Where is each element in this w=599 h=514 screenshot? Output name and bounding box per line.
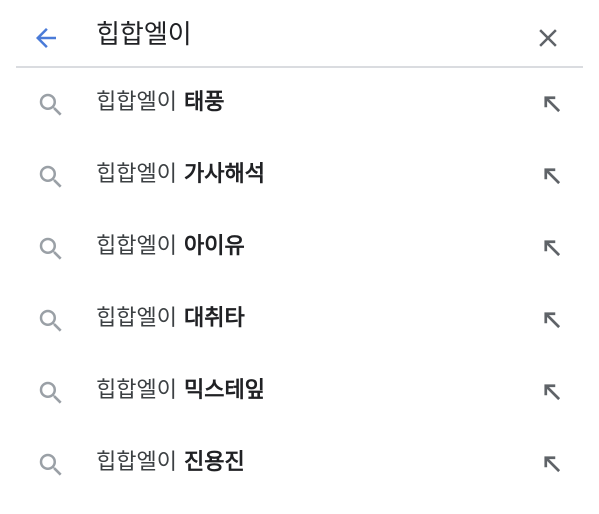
- suggestion-label: 힙합엘이 대취타: [96, 302, 245, 336]
- close-icon: [539, 29, 557, 47]
- suggestion-label: 힙합엘이 가사해석: [96, 158, 265, 192]
- arrow-up-left-icon: [544, 168, 561, 185]
- arrow-up-left-icon: [544, 240, 561, 257]
- arrow-up-left-icon: [544, 312, 561, 329]
- suggestion-prefix: 힙합엘이: [96, 306, 184, 331]
- search-icon: [39, 381, 62, 404]
- search-bar: 힙합엘이: [0, 0, 599, 68]
- suggestion-completion: 대취타: [183, 306, 245, 331]
- suggestion-item[interactable]: 힙합엘이 아이유: [0, 212, 599, 284]
- suggestion-item[interactable]: 힙합엘이 믹스테잎: [0, 356, 599, 428]
- arrow-up-left-icon: [544, 96, 561, 113]
- suggestion-item[interactable]: 힙합엘이 대취타: [0, 284, 599, 356]
- search-icon: [39, 453, 62, 476]
- arrow-up-left-icon: [544, 384, 561, 401]
- search-icon: [39, 309, 62, 332]
- suggestion-prefix: 힙합엘이: [96, 234, 184, 259]
- suggestion-label: 힙합엘이 태풍: [96, 86, 224, 120]
- fill-query-button[interactable]: [536, 304, 568, 336]
- fill-query-button[interactable]: [536, 376, 568, 408]
- fill-query-button[interactable]: [536, 88, 568, 120]
- suggestion-item[interactable]: 힙합엘이 태풍: [0, 68, 599, 140]
- suggestion-prefix: 힙합엘이: [96, 162, 184, 187]
- back-button[interactable]: [26, 18, 66, 58]
- suggestion-completion: 가사해석: [183, 162, 265, 187]
- suggestion-completion: 태풍: [183, 90, 225, 115]
- suggestion-item[interactable]: 힙합엘이 진용진: [0, 428, 599, 500]
- arrow-left-icon: [36, 28, 56, 48]
- suggestion-prefix: 힙합엘이: [96, 90, 184, 115]
- suggestion-completion: 믹스테잎: [183, 378, 265, 403]
- suggestion-completion: 진용진: [183, 450, 245, 475]
- fill-query-button[interactable]: [536, 232, 568, 264]
- suggestion-label: 힙합엘이 믹스테잎: [96, 374, 265, 408]
- search-icon: [39, 165, 62, 188]
- fill-query-button[interactable]: [536, 448, 568, 480]
- search-icon: [39, 237, 62, 260]
- suggestion-item[interactable]: 힙합엘이 가사해석: [0, 140, 599, 212]
- clear-button[interactable]: [528, 18, 568, 58]
- suggestion-list: 힙합엘이 태풍 힙합엘이 가사해석 힙합엘이 아이유 힙합엘이 대취타 힙합엘이…: [0, 68, 599, 500]
- suggestion-completion: 아이유: [183, 234, 245, 259]
- suggestion-prefix: 힙합엘이: [96, 378, 184, 403]
- search-icon: [39, 93, 62, 116]
- arrow-up-left-icon: [544, 456, 561, 473]
- search-input[interactable]: 힙합엘이: [96, 16, 192, 54]
- fill-query-button[interactable]: [536, 160, 568, 192]
- suggestion-prefix: 힙합엘이: [96, 450, 184, 475]
- suggestion-label: 힙합엘이 진용진: [96, 446, 245, 480]
- suggestion-label: 힙합엘이 아이유: [96, 230, 245, 264]
